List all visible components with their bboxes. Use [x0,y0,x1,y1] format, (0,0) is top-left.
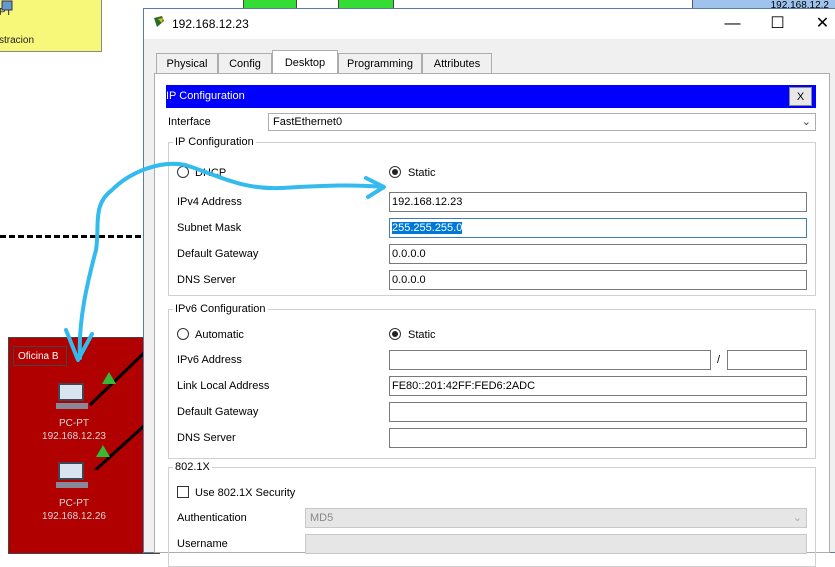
interface-select[interactable]: FastEthernet0 ⌄ [268,113,816,131]
default-gateway-label: Default Gateway [177,248,259,260]
ipv6-dns-input[interactable] [389,428,807,448]
pc-type-label: PC-PT [59,418,89,429]
ipv6-automatic-label: Automatic [195,329,244,341]
pc-type-label: PC-PT [59,498,89,509]
ip-config-header: IP Configuration [166,85,816,108]
link-status-up-icon [96,445,110,457]
ipv6-automatic-radio[interactable] [177,328,189,340]
maximize-button[interactable]: ☐ [755,9,800,39]
subnet-mask-value: 255.255.255.0 [392,222,463,234]
subnet-mask-label: Subnet Mask [177,222,242,234]
link-local-input[interactable]: FE80::201:42FF:FED6:2ADC [389,376,807,396]
ipv4-address-input[interactable]: 192.168.12.23 [389,192,807,212]
chevron-down-icon: ⌄ [792,512,802,524]
static-label: Static [408,167,436,179]
tab-attributes[interactable]: Attributes [422,53,492,73]
ipv4-address-label: IPv4 Address [177,196,242,208]
username-label: Username [177,538,228,550]
username-input[interactable] [305,534,807,554]
ipv6-address-input[interactable] [389,350,711,370]
pc-icon[interactable] [56,383,88,409]
ipv6-gateway-input[interactable] [389,402,807,422]
link-status-up-icon [102,372,116,384]
ipv6-dns-label: DNS Server [177,432,236,444]
ipv6-prefix-input[interactable] [727,350,807,370]
device-box-line2: stracion [0,35,35,46]
close-button[interactable]: ✕ [800,9,835,39]
authentication-label: Authentication [177,512,247,524]
ip-config-close-button[interactable]: X [789,87,812,106]
tab-config[interactable]: Config [218,53,272,73]
ipv4-group-title: IP Configuration [173,136,256,148]
title-bar[interactable]: 192.168.12.23 — ☐ ✕ [144,9,835,39]
link-local-label: Link Local Address [177,380,270,392]
subnet-mask-input[interactable]: 255.255.255.0 [389,218,807,238]
dashed-link [0,235,150,238]
pc-ip-label: 192.168.12.26 [42,511,106,522]
dhcp-radio[interactable] [177,166,189,178]
device-icon [0,0,14,12]
authentication-select[interactable]: MD5 ⌄ [305,508,807,528]
tab-physical[interactable]: Physical [156,53,218,73]
dot1x-group-title: 802.1X [173,461,212,473]
pc-icon[interactable] [56,462,88,488]
use-8021x-label: Use 802.1X Security [195,487,296,499]
authentication-value: MD5 [310,512,334,524]
tab-desktop[interactable]: Desktop [272,50,338,73]
pc-config-window: 192.168.12.23 — ☐ ✕ Physical Config Desk… [143,8,835,567]
window-title: 192.168.12.23 [172,17,249,31]
ipv6-static-label: Static [408,329,436,341]
office-label: Oficina B [13,346,67,366]
static-radio[interactable] [389,166,401,178]
pc-ip-label: 192.168.12.23 [42,431,106,442]
prefix-slash: / [717,354,721,366]
minimize-button[interactable]: — [710,9,755,39]
interface-label: Interface [168,116,211,128]
dns-server-label: DNS Server [177,274,236,286]
ipv6-group-title: IPv6 Configuration [173,303,268,315]
packet-tracer-icon [154,16,164,27]
device-box-administracion: PT stracion [0,0,102,52]
use-8021x-checkbox[interactable] [177,486,189,498]
dns-server-input[interactable]: 0.0.0.0 [389,270,807,290]
ipv6-gateway-label: Default Gateway [177,406,259,418]
ipv6-address-label: IPv6 Address [177,354,242,366]
interface-value: FastEthernet0 [273,116,343,128]
chevron-down-icon: ⌄ [801,116,811,128]
dhcp-label: DHCP [195,167,227,179]
tab-programming[interactable]: Programming [338,53,422,73]
default-gateway-input[interactable]: 0.0.0.0 [389,244,807,264]
ipv6-static-radio[interactable] [389,328,401,340]
